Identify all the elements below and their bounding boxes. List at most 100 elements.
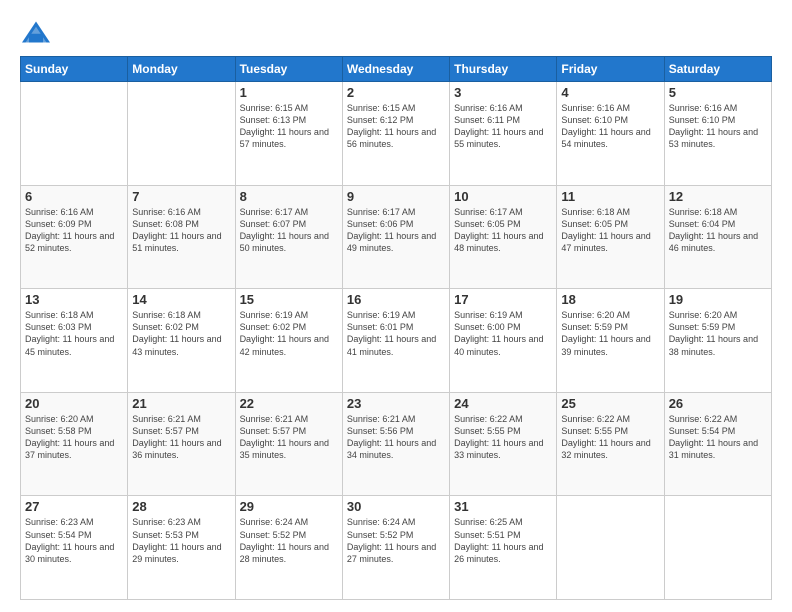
day-number: 25 (561, 396, 659, 411)
day-number: 22 (240, 396, 338, 411)
calendar-cell: 9 Sunrise: 6:17 AM Sunset: 6:06 PM Daylig… (342, 185, 449, 289)
day-info: Sunrise: 6:17 AM Sunset: 6:05 PM Dayligh… (454, 206, 552, 255)
day-info: Sunrise: 6:16 AM Sunset: 6:10 PM Dayligh… (561, 102, 659, 151)
day-info: Sunrise: 6:18 AM Sunset: 6:03 PM Dayligh… (25, 309, 123, 358)
day-info: Sunrise: 6:20 AM Sunset: 5:59 PM Dayligh… (561, 309, 659, 358)
day-header-friday: Friday (557, 57, 664, 82)
calendar-cell: 31Sunrise: 6:25 AM Sunset: 5:51 PM Dayli… (450, 496, 557, 600)
day-info: Sunrise: 6:16 AM Sunset: 6:10 PM Dayligh… (669, 102, 767, 151)
day-info: Sunrise: 6:24 AM Sunset: 5:52 PM Dayligh… (347, 516, 445, 565)
day-info: Sunrise: 6:22 AM Sunset: 5:54 PM Dayligh… (669, 413, 767, 462)
calendar-week-5: 27 Sunrise: 6:23 AM Sunset: 5:54 PM Dayli… (21, 496, 772, 600)
day-number: 16 (347, 292, 445, 307)
day-info: Sunrise: 6:22 AM Sunset: 5:55 PM Dayligh… (561, 413, 659, 462)
day-number: 3 (454, 85, 552, 100)
day-number: 13 (25, 292, 123, 307)
calendar-cell: 19 Sunrise: 6:20 AM Sunset: 5:59 PM Dayli… (664, 289, 771, 393)
day-info: Sunrise: 6:19 AM Sunset: 6:02 PM Dayligh… (240, 309, 338, 358)
day-number: 20 (25, 396, 123, 411)
day-info: Sunrise: 6:18 AM Sunset: 6:05 PM Dayligh… (561, 206, 659, 255)
calendar-cell: 8 Sunrise: 6:17 AM Sunset: 6:07 PM Daylig… (235, 185, 342, 289)
calendar-week-2: 6 Sunrise: 6:16 AM Sunset: 6:09 PM Daylig… (21, 185, 772, 289)
calendar-cell: 1 Sunrise: 6:15 AM Sunset: 6:13 PM Daylig… (235, 82, 342, 186)
calendar-cell: 7 Sunrise: 6:16 AM Sunset: 6:08 PM Daylig… (128, 185, 235, 289)
day-number: 21 (132, 396, 230, 411)
calendar-cell: 14Sunrise: 6:18 AM Sunset: 6:02 PM Dayli… (128, 289, 235, 393)
day-header-saturday: Saturday (664, 57, 771, 82)
day-number: 26 (669, 396, 767, 411)
day-info: Sunrise: 6:23 AM Sunset: 5:54 PM Dayligh… (25, 516, 123, 565)
day-header-sunday: Sunday (21, 57, 128, 82)
day-info: Sunrise: 6:21 AM Sunset: 5:57 PM Dayligh… (132, 413, 230, 462)
day-info: Sunrise: 6:17 AM Sunset: 6:07 PM Dayligh… (240, 206, 338, 255)
day-info: Sunrise: 6:20 AM Sunset: 5:58 PM Dayligh… (25, 413, 123, 462)
calendar-cell: 27 Sunrise: 6:23 AM Sunset: 5:54 PM Dayli… (21, 496, 128, 600)
day-info: Sunrise: 6:22 AM Sunset: 5:55 PM Dayligh… (454, 413, 552, 462)
calendar-cell: 26 Sunrise: 6:22 AM Sunset: 5:54 PM Dayli… (664, 392, 771, 496)
header (20, 18, 772, 46)
day-info: Sunrise: 6:21 AM Sunset: 5:56 PM Dayligh… (347, 413, 445, 462)
calendar-cell: 15 Sunrise: 6:19 AM Sunset: 6:02 PM Dayli… (235, 289, 342, 393)
calendar-cell: 2Sunrise: 6:15 AM Sunset: 6:12 PM Daylig… (342, 82, 449, 186)
day-number: 29 (240, 499, 338, 514)
day-number: 24 (454, 396, 552, 411)
day-info: Sunrise: 6:23 AM Sunset: 5:53 PM Dayligh… (132, 516, 230, 565)
calendar-cell: 6 Sunrise: 6:16 AM Sunset: 6:09 PM Daylig… (21, 185, 128, 289)
day-info: Sunrise: 6:16 AM Sunset: 6:08 PM Dayligh… (132, 206, 230, 255)
logo (20, 18, 56, 46)
calendar-cell (664, 496, 771, 600)
day-number: 17 (454, 292, 552, 307)
day-info: Sunrise: 6:15 AM Sunset: 6:13 PM Dayligh… (240, 102, 338, 151)
day-number: 1 (240, 85, 338, 100)
page: SundayMondayTuesdayWednesdayThursdayFrid… (0, 0, 792, 612)
calendar-week-3: 13 Sunrise: 6:18 AM Sunset: 6:03 PM Dayli… (21, 289, 772, 393)
logo-icon (20, 18, 52, 46)
day-number: 2 (347, 85, 445, 100)
day-number: 19 (669, 292, 767, 307)
calendar-cell: 24 Sunrise: 6:22 AM Sunset: 5:55 PM Dayli… (450, 392, 557, 496)
day-info: Sunrise: 6:17 AM Sunset: 6:06 PM Dayligh… (347, 206, 445, 255)
day-number: 8 (240, 189, 338, 204)
day-header-tuesday: Tuesday (235, 57, 342, 82)
calendar-cell: 3Sunrise: 6:16 AM Sunset: 6:11 PM Daylig… (450, 82, 557, 186)
day-number: 12 (669, 189, 767, 204)
day-number: 9 (347, 189, 445, 204)
day-number: 27 (25, 499, 123, 514)
calendar-table: SundayMondayTuesdayWednesdayThursdayFrid… (20, 56, 772, 600)
day-info: Sunrise: 6:24 AM Sunset: 5:52 PM Dayligh… (240, 516, 338, 565)
calendar-cell: 23 Sunrise: 6:21 AM Sunset: 5:56 PM Dayli… (342, 392, 449, 496)
day-info: Sunrise: 6:18 AM Sunset: 6:04 PM Dayligh… (669, 206, 767, 255)
day-number: 18 (561, 292, 659, 307)
day-header-monday: Monday (128, 57, 235, 82)
calendar-cell: 28Sunrise: 6:23 AM Sunset: 5:53 PM Dayli… (128, 496, 235, 600)
calendar-cell: 18 Sunrise: 6:20 AM Sunset: 5:59 PM Dayli… (557, 289, 664, 393)
day-info: Sunrise: 6:19 AM Sunset: 6:01 PM Dayligh… (347, 309, 445, 358)
calendar-cell: 20 Sunrise: 6:20 AM Sunset: 5:58 PM Dayli… (21, 392, 128, 496)
calendar-cell: 10 Sunrise: 6:17 AM Sunset: 6:05 PM Dayli… (450, 185, 557, 289)
day-info: Sunrise: 6:16 AM Sunset: 6:09 PM Dayligh… (25, 206, 123, 255)
calendar-header-row: SundayMondayTuesdayWednesdayThursdayFrid… (21, 57, 772, 82)
calendar-cell: 5Sunrise: 6:16 AM Sunset: 6:10 PM Daylig… (664, 82, 771, 186)
day-number: 6 (25, 189, 123, 204)
calendar-cell: 30 Sunrise: 6:24 AM Sunset: 5:52 PM Dayli… (342, 496, 449, 600)
day-header-wednesday: Wednesday (342, 57, 449, 82)
day-number: 10 (454, 189, 552, 204)
day-number: 7 (132, 189, 230, 204)
day-info: Sunrise: 6:20 AM Sunset: 5:59 PM Dayligh… (669, 309, 767, 358)
calendar-cell: 16 Sunrise: 6:19 AM Sunset: 6:01 PM Dayli… (342, 289, 449, 393)
day-header-thursday: Thursday (450, 57, 557, 82)
calendar-cell: 25 Sunrise: 6:22 AM Sunset: 5:55 PM Dayli… (557, 392, 664, 496)
calendar-cell: 21 Sunrise: 6:21 AM Sunset: 5:57 PM Dayli… (128, 392, 235, 496)
calendar-week-1: 1 Sunrise: 6:15 AM Sunset: 6:13 PM Daylig… (21, 82, 772, 186)
calendar-cell (21, 82, 128, 186)
calendar-cell: 11 Sunrise: 6:18 AM Sunset: 6:05 PM Dayli… (557, 185, 664, 289)
day-number: 11 (561, 189, 659, 204)
day-number: 30 (347, 499, 445, 514)
day-number: 23 (347, 396, 445, 411)
calendar-cell (128, 82, 235, 186)
day-info: Sunrise: 6:21 AM Sunset: 5:57 PM Dayligh… (240, 413, 338, 462)
calendar-cell: 13 Sunrise: 6:18 AM Sunset: 6:03 PM Dayli… (21, 289, 128, 393)
calendar-cell: 12 Sunrise: 6:18 AM Sunset: 6:04 PM Dayli… (664, 185, 771, 289)
day-number: 15 (240, 292, 338, 307)
day-info: Sunrise: 6:19 AM Sunset: 6:00 PM Dayligh… (454, 309, 552, 358)
